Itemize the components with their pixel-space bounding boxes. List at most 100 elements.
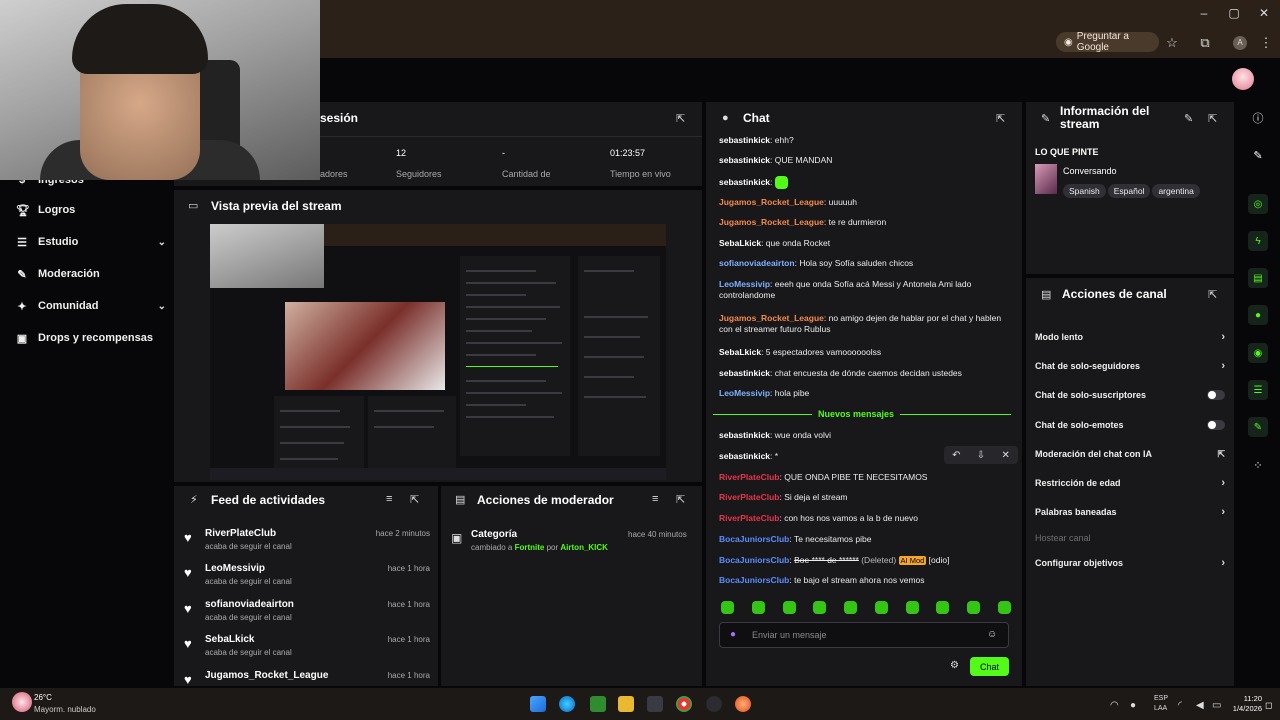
sidebar-item-logros[interactable]: 🏆︎ Logros [16, 200, 166, 220]
emote-icon[interactable] [936, 601, 950, 614]
emote-icon[interactable] [844, 601, 858, 614]
user-link[interactable]: Airton_KICK [560, 543, 608, 552]
popout-icon[interactable]: ⇱ [676, 112, 685, 125]
sidebar-item-estudio[interactable]: ☰ Estudio ⌄ [16, 232, 166, 252]
tag[interactable]: Español [1107, 184, 1151, 198]
action-configure-goals[interactable]: Configurar objetivos › [1035, 554, 1225, 572]
chat-username[interactable]: RiverPlateClub [719, 492, 779, 502]
emote-icon[interactable] [721, 601, 734, 614]
chat-username[interactable]: BocaJuniorsClub [719, 534, 789, 544]
pin-icon[interactable]: ⇩ [977, 450, 985, 461]
profile-avatar[interactable]: A [1233, 36, 1247, 50]
user-avatar[interactable] [1232, 68, 1254, 90]
filter-icon[interactable]: ≡ [652, 493, 658, 505]
volume-icon[interactable]: ◀ [1196, 700, 1204, 711]
popout-icon[interactable]: ⇱ [410, 493, 419, 506]
extensions-icon[interactable]: ⧉ [1197, 35, 1213, 51]
chat-username[interactable]: sebastinkick [719, 451, 770, 461]
edit-icon[interactable]: ✎ [1244, 141, 1272, 169]
emote-icon[interactable] [967, 601, 981, 614]
chat-username[interactable]: SebaLkick [719, 238, 761, 248]
chat-username[interactable]: Jugamos_Rocket_League [719, 197, 824, 207]
app-icon[interactable] [590, 696, 606, 712]
folder-icon[interactable] [618, 696, 634, 712]
popout-icon[interactable]: ⇱ [996, 112, 1005, 125]
notification-icon[interactable]: ◻ [1265, 700, 1272, 711]
filter-icon[interactable]: ≡ [386, 493, 392, 505]
obs-icon[interactable] [735, 696, 751, 712]
rail-button[interactable]: ϟ [1244, 227, 1272, 255]
language-indicator[interactable]: ESP LAA [1154, 694, 1168, 714]
chat-username[interactable]: sebastinkick [719, 155, 770, 165]
emote-icon[interactable] [782, 601, 796, 614]
rail-button[interactable]: ● [1244, 301, 1272, 329]
feed-item-name[interactable]: SebaLkick [205, 634, 254, 645]
sidebar-item-comunidad[interactable]: ✦ Comunidad ⌄ [16, 296, 166, 316]
send-chat-button[interactable]: Chat [970, 657, 1009, 676]
sidebar-item-moderacion[interactable]: ✎ Moderación [16, 264, 166, 284]
action-age-restriction[interactable]: Restricción de edad › [1035, 474, 1225, 492]
action-followers-only[interactable]: Chat de solo-seguidores › [1035, 357, 1225, 375]
chat-username[interactable]: sebastinkick [719, 135, 770, 145]
chrome-icon[interactable] [676, 696, 692, 712]
start-icon[interactable] [530, 696, 546, 712]
feed-item-name[interactable]: sofianoviadeairton [205, 599, 294, 610]
ask-google-button[interactable]: ◉ Preguntar a Google [1056, 31, 1159, 53]
emote-icon[interactable] [813, 601, 827, 614]
minimize-icon[interactable]: – [1196, 6, 1212, 20]
mic-icon[interactable]: ● [1130, 700, 1136, 711]
subscribers-only-toggle[interactable] [1207, 390, 1225, 400]
chat-username[interactable]: BocaJuniorsClub [719, 555, 789, 565]
close-icon[interactable]: ✕ [1256, 6, 1272, 20]
layout-icon[interactable]: ⁘ [1244, 451, 1272, 479]
chat-username[interactable]: SebaLkick [719, 347, 761, 357]
reply-icon[interactable]: ↶ [952, 450, 960, 461]
emotes-only-toggle[interactable] [1207, 420, 1225, 430]
rail-button[interactable]: ✎ [1244, 413, 1272, 441]
clock[interactable]: 11:20 1/4/2026 [1228, 694, 1262, 714]
action-ai-moderation[interactable]: Moderación del chat con IA ⇱ [1035, 445, 1225, 463]
info-icon[interactable]: ⓘ [1244, 104, 1272, 132]
emote-icon[interactable] [874, 601, 888, 614]
tag[interactable]: Spanish [1063, 184, 1106, 198]
feed-item-name[interactable]: Jugamos_Rocket_League [205, 670, 328, 681]
emoji-icon[interactable]: ☺ [987, 629, 997, 640]
rail-button[interactable]: ▤ [1244, 264, 1272, 292]
emote-icon[interactable] [905, 601, 919, 614]
menu-icon[interactable]: ⋮ [1258, 35, 1274, 51]
action-banned-words[interactable]: Palabras baneadas › [1035, 503, 1225, 521]
chat-username[interactable]: LeoMessivip [719, 279, 770, 289]
action-slow-mode[interactable]: Modo lento › [1035, 328, 1225, 346]
chat-username[interactable]: LeoMessivip [719, 388, 770, 398]
emote-icon[interactable] [997, 601, 1011, 614]
rail-button[interactable]: ◎ [1244, 190, 1272, 218]
chat-username[interactable]: sofianoviadeairton [719, 258, 795, 268]
stream-preview-video[interactable] [210, 224, 666, 480]
chat-username[interactable]: BocaJuniorsClub [719, 575, 789, 585]
chat-username[interactable]: RiverPlateClub [719, 513, 779, 523]
temperature[interactable]: 26°C [34, 693, 52, 702]
tag[interactable]: argentina [1152, 184, 1200, 198]
maximize-icon[interactable]: ▢ [1226, 6, 1242, 20]
wifi-icon[interactable]: ◜ [1178, 700, 1182, 711]
popout-icon[interactable]: ⇱ [676, 493, 685, 506]
category-link[interactable]: Fortnite [515, 543, 545, 552]
chat-username[interactable]: sebastinkick [719, 430, 770, 440]
network-icon[interactable]: ◠ [1110, 700, 1119, 711]
chat-username[interactable]: sebastinkick [719, 177, 770, 187]
popout-icon[interactable]: ⇱ [1208, 112, 1217, 125]
chat-username[interactable]: Jugamos_Rocket_League [719, 313, 824, 323]
chat-username[interactable]: Jugamos_Rocket_League [719, 217, 824, 227]
mic-icon[interactable]: ● [730, 629, 736, 640]
settings-icon[interactable] [706, 696, 722, 712]
store-icon[interactable] [647, 696, 663, 712]
edit-icon[interactable]: ✎ [1184, 112, 1193, 125]
chat-username[interactable]: RiverPlateClub [719, 472, 779, 482]
gear-icon[interactable]: ⚙ [950, 660, 959, 671]
rail-button[interactable]: ◉ [1244, 339, 1272, 367]
chat-username[interactable]: sebastinkick [719, 368, 770, 378]
rail-button[interactable]: ☰ [1244, 376, 1272, 404]
trash-icon[interactable]: ✕ [1001, 450, 1009, 461]
popout-icon[interactable]: ⇱ [1208, 288, 1217, 301]
battery-icon[interactable]: ▭ [1212, 700, 1221, 711]
